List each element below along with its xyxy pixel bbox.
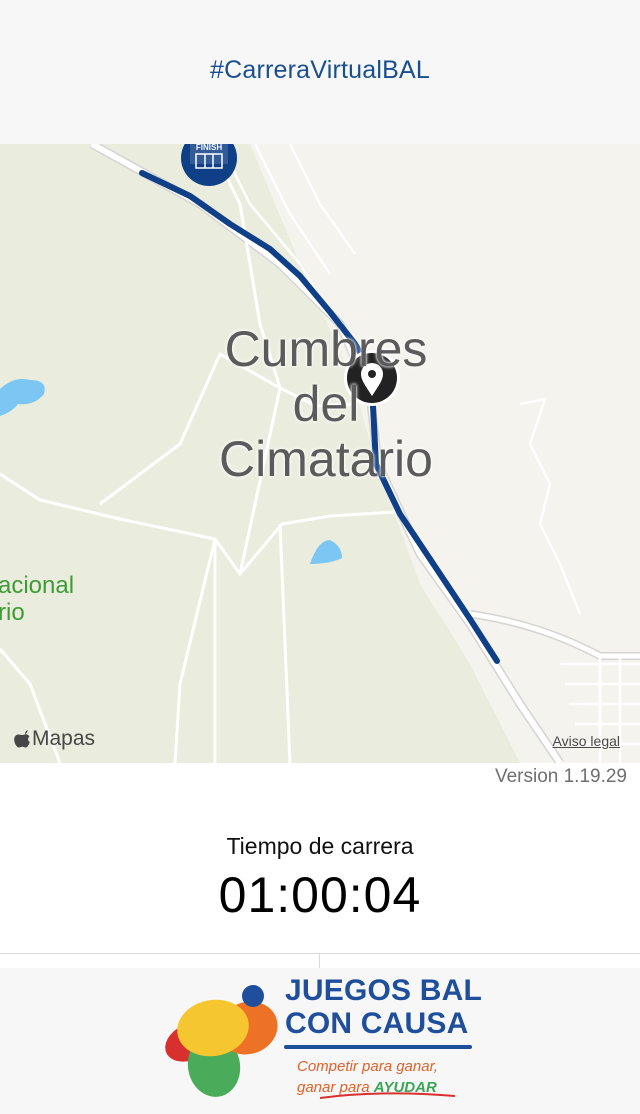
park-label-line: rio — [0, 599, 25, 626]
logo-title-line: CON CAUSA — [285, 1007, 469, 1040]
page-title: #CarreraVirtualBAL — [210, 56, 430, 84]
place-label-line: Cumbres — [224, 321, 428, 377]
apple-logo-icon — [14, 729, 30, 747]
logo-title: JUEGOS BAL CON CAUSA — [285, 974, 482, 1040]
logo-slogan: Competir para ganar, ganar para AYUDAR — [297, 1056, 438, 1098]
park-label: acional rio — [0, 572, 74, 626]
place-label-line: Cimatario — [219, 431, 433, 487]
place-label-line: del — [292, 376, 360, 432]
slogan-line: Competir para ganar, — [297, 1058, 438, 1075]
app-screen: #CarreraVirtualBAL FINISH Cumbres del Ci… — [0, 0, 640, 1114]
app-version: Version 1.19.29 — [494, 766, 627, 787]
race-time-value: 01:00:04 — [218, 867, 422, 923]
divider — [0, 953, 640, 954]
route-map[interactable]: FINISH Cumbres del Cimatario acional rio — [0, 144, 640, 763]
park-label-line: acional — [0, 572, 75, 599]
map-place-label: Cumbres del Cimatario — [186, 322, 466, 487]
header-bar: #CarreraVirtualBAL — [0, 0, 640, 144]
finish-label: FINISH — [196, 144, 222, 152]
maps-brand-label: Mapas — [32, 727, 96, 750]
logo-rule — [284, 1045, 472, 1049]
legal-notice-link[interactable]: Aviso legal — [553, 733, 620, 749]
slogan-line: ganar para AYUDAR — [297, 1077, 438, 1098]
race-time-label: Tiempo de carrera — [226, 833, 414, 859]
logo-title-line: JUEGOS BAL — [285, 974, 483, 1007]
slogan-accent: AYUDAR — [373, 1079, 437, 1096]
maps-attribution: Mapas — [14, 727, 95, 751]
slogan-prefix: ganar para — [297, 1079, 374, 1096]
divider-tick — [319, 953, 320, 968]
